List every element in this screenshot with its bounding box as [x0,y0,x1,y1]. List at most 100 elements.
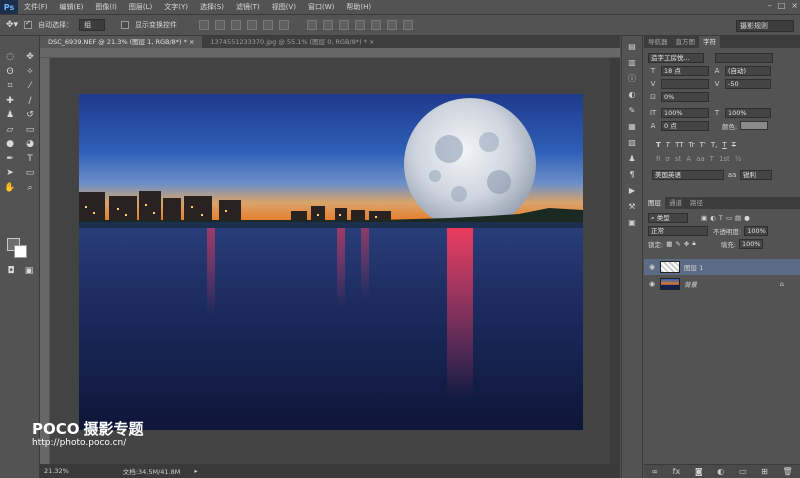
faux-italic-button[interactable]: T [666,141,670,149]
menu-window[interactable]: 窗口(W) [302,0,340,14]
new-layer-icon[interactable]: ⊞ [761,467,768,476]
tsume-input[interactable]: 0% [661,91,709,102]
auto-align-icon[interactable] [403,20,414,30]
filter-adjust-icon[interactable]: ◐ [710,214,716,222]
align-hcenter-icon[interactable] [263,20,274,30]
blend-mode-dropdown[interactable]: 正常 [648,225,708,236]
lasso-tool-icon[interactable]: ʘ [0,65,20,80]
quick-mask-icon[interactable]: ◘ [4,266,18,276]
align-right-icon[interactable] [279,20,290,30]
visibility-eye-icon[interactable]: ◉ [644,263,660,271]
show-transform-checkbox[interactable] [121,21,130,29]
font-style-dropdown[interactable] [715,52,773,63]
distribute-vcenter-icon[interactable] [323,20,334,30]
align-left-icon[interactable] [247,20,258,30]
all-caps-button[interactable]: TT [675,141,683,149]
clone-source-panel-icon[interactable]: ♟ [625,153,639,164]
vertical-scrollbar[interactable] [610,58,620,464]
minimize-icon[interactable]: – [768,1,772,10]
ordinal-icon[interactable]: T [710,155,714,163]
tab-histogram[interactable]: 直方图 [672,36,700,48]
lock-transparency-icon[interactable]: ▦ [666,240,672,248]
background-color-swatch[interactable] [14,245,27,258]
paragraph-panel-icon[interactable]: ¶ [625,169,639,180]
kerning-input[interactable] [661,78,709,89]
align-top-icon[interactable] [199,20,210,30]
marquee-tool-icon[interactable]: ◌ [0,50,20,65]
font-size-input[interactable]: 18 点 [661,65,709,76]
styles-panel-icon[interactable]: ▧ [625,137,639,148]
small-caps-button[interactable]: Tr [689,141,695,149]
gradient-icon[interactable]: ▭ [20,123,40,138]
distribute-bottom-icon[interactable] [339,20,350,30]
healing-brush-icon[interactable]: ✚ [0,94,20,109]
tool-presets-panel-icon[interactable]: ⚒ [625,201,639,212]
filter-toggle-icon[interactable]: ● [744,214,750,222]
font-family-dropdown[interactable]: 造字工房悦... [648,52,704,63]
filter-pixel-icon[interactable]: ▣ [701,214,707,222]
distribute-left-icon[interactable] [355,20,366,30]
blur-icon[interactable]: ● [0,137,20,152]
properties-panel-icon[interactable]: ▥ [625,57,639,68]
superscript-button[interactable]: T' [700,141,706,149]
align-bottom-icon[interactable] [231,20,242,30]
layer-style-icon[interactable]: fx [673,467,681,476]
pen-tool-icon[interactable]: ✒ [0,152,20,167]
new-group-icon[interactable]: ▭ [739,467,747,476]
tab-navigator[interactable]: 导航器 [644,36,672,48]
maximize-icon[interactable]: □ [778,1,786,10]
distribute-top-icon[interactable] [307,20,318,30]
menu-file[interactable]: 文件(F) [18,0,54,14]
eraser-icon[interactable]: ▱ [0,123,20,138]
menu-type[interactable]: 文字(Y) [158,0,194,14]
hand-tool-icon[interactable]: ✋ [0,181,20,196]
document-image[interactable] [79,94,583,430]
anti-alias-dropdown[interactable]: 锐利 [740,169,772,180]
tab-channels[interactable]: 通道 [665,197,686,209]
menu-layer[interactable]: 图层(L) [123,0,158,14]
auto-select-checkbox[interactable] [24,21,33,29]
opacity-input[interactable]: 100% [744,225,769,236]
layer-comps-panel-icon[interactable]: ▣ [625,217,639,228]
ligature-icon[interactable]: fi [656,155,660,163]
strikethrough-button[interactable]: T [732,141,736,149]
history-panel-icon[interactable]: ▤ [625,41,639,52]
stylistic-icon[interactable]: A [686,155,691,163]
adjustment-layer-icon[interactable]: ◐ [717,467,724,476]
zoom-tool-icon[interactable]: ⌕ [20,181,40,196]
lock-position-icon[interactable]: ✥ [684,240,689,248]
layer-name[interactable]: 图层 1 [684,262,703,272]
underline-button[interactable]: T [722,141,726,149]
tab-layers[interactable]: 图层 [644,197,665,209]
distribute-hcenter-icon[interactable] [371,20,382,30]
auto-select-dropdown[interactable]: 组 [79,19,106,31]
actions-panel-icon[interactable]: ▶ [625,185,639,196]
status-menu-arrow-icon[interactable]: ▸ [194,467,197,475]
visibility-eye-icon[interactable]: ◉ [644,280,660,288]
type-tool-icon[interactable]: T [20,152,40,167]
clone-stamp-icon[interactable]: ♟ [0,108,20,123]
delete-layer-icon[interactable]: 🗑︎ [783,467,793,476]
leading-input[interactable]: (自动) [725,65,771,76]
zoom-level[interactable]: 21.32% [44,467,69,475]
tab-document-1[interactable]: DSC_6939.NEF @ 21.3% (图层 1, RGB/8*) * × [40,36,203,48]
lock-all-icon[interactable]: 🔒︎ [692,239,695,248]
link-layers-icon[interactable]: ∞ [651,467,658,476]
close-icon[interactable]: × [791,1,798,10]
menu-help[interactable]: 帮助(H) [340,0,377,14]
layer-mask-icon[interactable]: ◙ [695,467,703,476]
menu-filter[interactable]: 滤镜(T) [230,0,266,14]
lock-pixels-icon[interactable]: ✎ [675,240,680,248]
filter-smart-icon[interactable]: ▤ [735,214,741,222]
history-brush-icon[interactable]: ↺ [20,108,40,123]
tab-character[interactable]: 字符 [699,36,720,48]
horizontal-scale-input[interactable]: 100% [725,107,771,118]
baseline-shift-input[interactable]: 0 点 [661,120,709,131]
align-vcenter-icon[interactable] [215,20,226,30]
distribute-right-icon[interactable] [387,20,398,30]
menu-view[interactable]: 视图(V) [266,0,302,14]
filter-type-icon[interactable]: T [719,214,723,222]
faux-bold-button[interactable]: T [656,141,661,149]
eyedropper-icon[interactable]: ⁄ [20,79,40,94]
tab-document-2[interactable]: 1374551233370.jpg @ 55.1% (图层 0, RGB/8*)… [202,36,382,48]
